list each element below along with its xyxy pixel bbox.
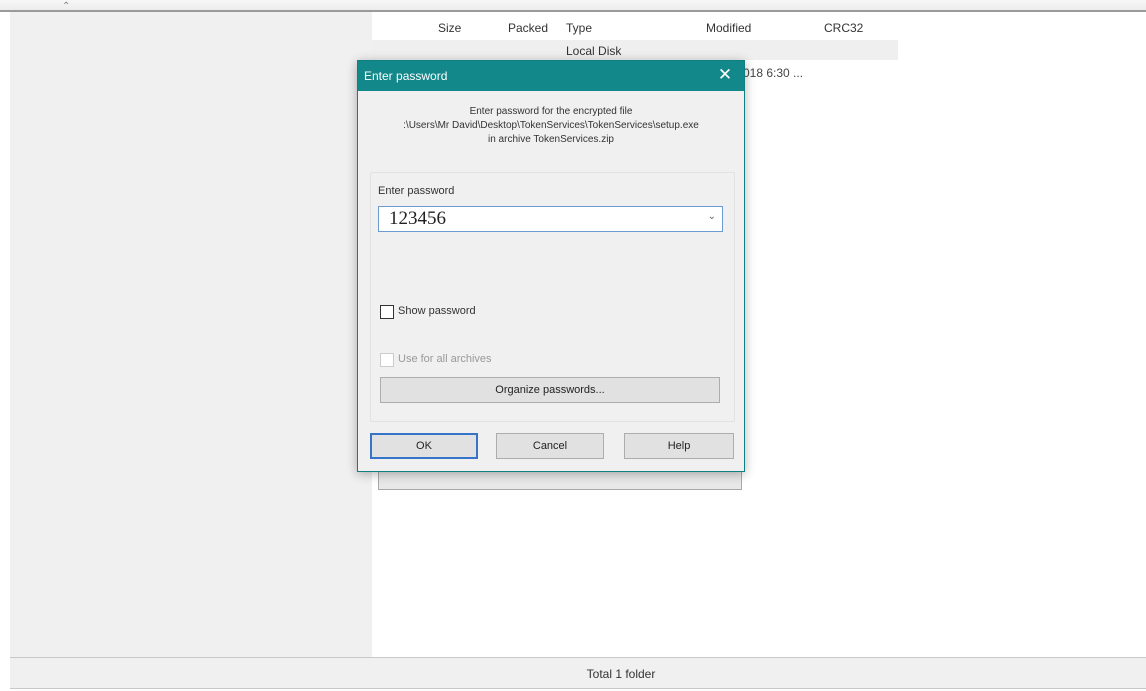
password-input[interactable]: 123456 ⌄: [378, 206, 723, 232]
file-list-header: Size Packed Type Modified CRC32: [372, 12, 898, 42]
show-password-checkbox[interactable]: [380, 305, 394, 319]
dialog-message: Enter password for the encrypted file :\…: [358, 105, 744, 147]
status-bar: Total 1 folder: [10, 657, 1146, 689]
use-for-all-checkbox: [380, 353, 394, 367]
password-label: Enter password: [378, 185, 455, 197]
show-password-label[interactable]: Show password: [398, 305, 476, 317]
ok-button[interactable]: OK: [370, 433, 478, 459]
cancel-button[interactable]: Cancel: [496, 433, 604, 459]
use-for-all-label: Use for all archives: [398, 353, 492, 365]
close-icon[interactable]: ✕: [716, 66, 734, 84]
column-type[interactable]: Type: [566, 21, 592, 35]
column-packed[interactable]: Packed: [508, 21, 548, 35]
chevron-down-icon[interactable]: ⌄: [708, 211, 716, 222]
password-value: 123456: [389, 208, 446, 229]
status-text: Total 1 folder: [586, 667, 656, 681]
window-top-strip: [0, 0, 1146, 12]
column-crc32[interactable]: CRC32: [824, 21, 863, 35]
dialog-title: Enter password: [364, 69, 448, 83]
help-button[interactable]: Help: [624, 433, 734, 459]
organize-passwords-button[interactable]: Organize passwords...: [380, 377, 720, 403]
folder-tree-pane: [10, 12, 372, 657]
message-line-path: :\Users\Mr David\Desktop\TokenServices\T…: [403, 120, 699, 131]
dialog-title-bar[interactable]: Enter password ✕: [358, 61, 744, 91]
message-line-archive: in archive TokenServices.zip: [488, 134, 614, 145]
row-modified-cell: 018 6:30 ...: [743, 66, 804, 80]
column-size[interactable]: Size: [438, 21, 461, 35]
column-modified[interactable]: Modified: [706, 21, 751, 35]
message-line-1: Enter password for the encrypted file: [469, 106, 633, 117]
table-row[interactable]: Local Disk: [372, 40, 898, 60]
password-dialog: Enter password ✕ Enter password for the …: [357, 60, 745, 472]
row-type-cell: Local Disk: [566, 44, 622, 58]
